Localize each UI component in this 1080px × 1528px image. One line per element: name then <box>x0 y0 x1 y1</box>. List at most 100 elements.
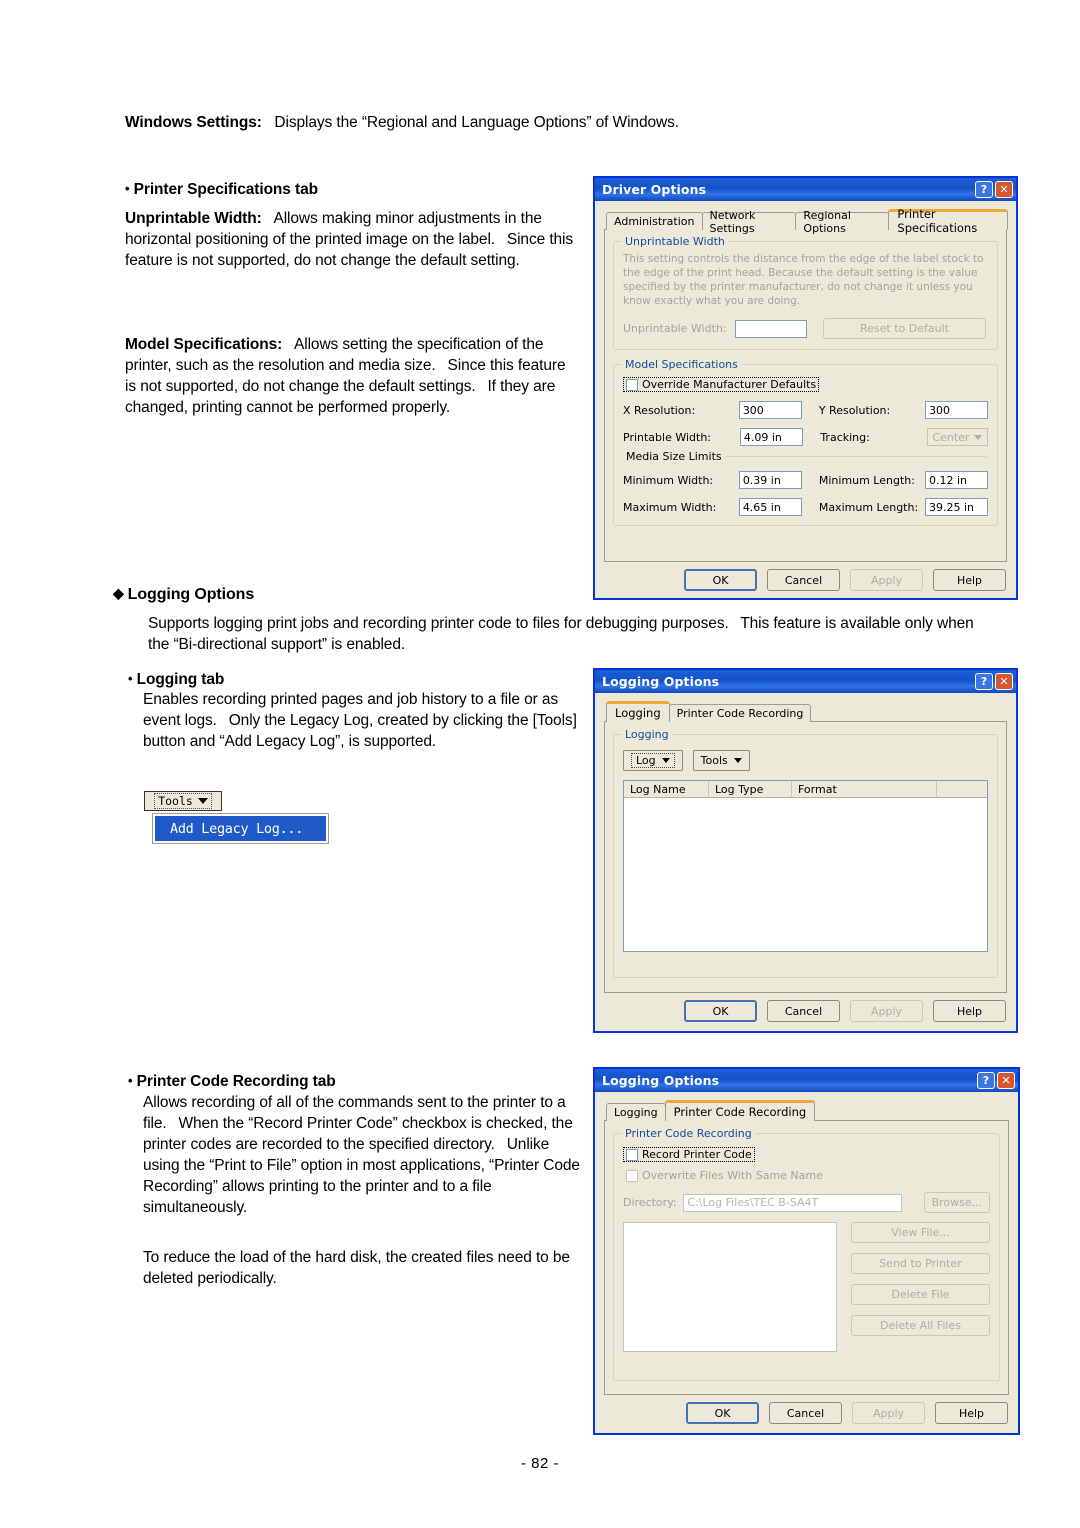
directory-input[interactable]: C:\Log Files\TEC B-SA4T <box>683 1193 902 1212</box>
pcr-title: Logging Options <box>602 1073 720 1088</box>
y-resolution-input[interactable]: 300 <box>924 401 988 419</box>
printable-width-input[interactable]: 4.09 in <box>739 428 804 446</box>
directory-label: Directory: <box>623 1196 677 1209</box>
log-dropdown-button[interactable]: Log <box>623 750 683 771</box>
tab-network-settings[interactable]: Network Settings <box>701 209 797 235</box>
apply-button[interactable]: Apply <box>852 1402 925 1424</box>
help-icon[interactable]: ? <box>977 1072 995 1089</box>
tab-printer-code-recording[interactable]: Printer Code Recording <box>664 1100 816 1121</box>
printer-code-recording-tab-heading: • Printer Code Recording tab <box>128 1070 336 1092</box>
record-printer-code-checkbox[interactable]: Record Printer Code <box>623 1147 755 1162</box>
ok-button[interactable]: OK <box>684 1000 757 1022</box>
printer-specifications-tab-heading-label: Printer Specifications tab <box>133 181 318 198</box>
delete-all-files-button[interactable]: Delete All Files <box>851 1315 990 1336</box>
logging-legend: Logging <box>622 728 672 741</box>
maximum-width-input[interactable]: 4.65 in <box>738 498 802 516</box>
minimum-width-input[interactable]: 0.39 in <box>738 471 802 489</box>
logging-options-button-row: OK Cancel Apply Help <box>595 993 1016 1028</box>
help-button[interactable]: Help <box>933 1000 1006 1022</box>
media-size-limits-group: Media Size Limits Minimum Width: 0.39 in… <box>623 450 988 516</box>
printer-specifications-tabpage: Unprintable Width This setting controls … <box>604 229 1007 562</box>
bullet-icon: • <box>128 671 133 686</box>
menu-item-add-legacy-log[interactable]: Add Legacy Log... <box>155 816 326 841</box>
cancel-button[interactable]: Cancel <box>769 1402 842 1424</box>
unprintable-width-legend: Unprintable Width <box>622 235 728 248</box>
maximum-width-label: Maximum Width: <box>623 500 717 514</box>
driver-options-titlebar: Driver Options ? ✕ <box>595 178 1016 201</box>
logging-tab-heading-label: Logging tab <box>136 671 225 688</box>
tab-logging[interactable]: Logging <box>606 701 670 722</box>
pcr-tabstrip: Logging Printer Code Recording <box>604 1100 1009 1121</box>
minimum-width-label: Minimum Width: <box>623 473 714 487</box>
tools-button-label: Tools <box>158 794 193 808</box>
help-icon[interactable]: ? <box>975 673 993 690</box>
checkbox-box <box>626 378 638 391</box>
printer-code-recording-group: Printer Code Recording Record Printer Co… <box>613 1127 1000 1381</box>
cancel-button[interactable]: Cancel <box>767 1000 840 1022</box>
browse-button[interactable]: Browse... <box>923 1192 990 1213</box>
tools-dropdown-button[interactable]: Tools <box>692 750 750 771</box>
reset-to-default-button[interactable]: Reset to Default <box>823 318 986 339</box>
view-file-button[interactable]: View File... <box>851 1222 990 1243</box>
chevron-down-icon <box>661 758 670 763</box>
tab-administration[interactable]: Administration <box>606 212 703 230</box>
tracking-select[interactable]: Center <box>927 428 988 446</box>
logging-tab-paragraph: Enables recording printed pages and job … <box>143 691 577 750</box>
logging-tab-heading: • Logging tab <box>128 668 224 690</box>
help-icon[interactable]: ? <box>975 181 993 198</box>
logging-options-dialog: Logging Options ? ✕ Logging Printer Code… <box>593 668 1018 1033</box>
bullet-icon: • <box>128 1073 133 1088</box>
x-resolution-input[interactable]: 300 <box>738 401 802 419</box>
windows-settings-text: Displays the “Regional and Language Opti… <box>274 114 679 131</box>
override-manufacturer-defaults-checkbox[interactable]: Override Manufacturer Defaults <box>623 377 820 392</box>
model-specifications-legend: Model Specifications <box>622 358 741 371</box>
ok-button[interactable]: OK <box>684 569 757 591</box>
tools-button[interactable]: Tools <box>144 791 222 811</box>
help-button[interactable]: Help <box>935 1402 1008 1424</box>
bullet-icon: • <box>125 181 130 196</box>
ok-button[interactable]: OK <box>686 1402 759 1424</box>
apply-button[interactable]: Apply <box>850 1000 923 1022</box>
column-header-format[interactable]: Format <box>792 781 937 797</box>
close-icon[interactable]: ✕ <box>995 673 1013 690</box>
tab-printer-code-recording[interactable]: Printer Code Recording <box>668 704 812 722</box>
checkbox-box <box>626 1148 638 1161</box>
driver-options-button-row: OK Cancel Apply Help <box>595 562 1016 597</box>
minimum-length-input[interactable]: 0.12 in <box>924 471 988 489</box>
printer-code-recording-paragraph-2: To reduce the load of the hard disk, the… <box>143 1249 570 1287</box>
intro-paragraph: Windows Settings: Displays the “Regional… <box>125 112 885 133</box>
send-to-printer-button[interactable]: Send to Printer <box>851 1253 990 1274</box>
help-button[interactable]: Help <box>933 569 1006 591</box>
unprintable-width-paragraph: Unprintable Width: Allows making minor a… <box>125 208 575 271</box>
tab-printer-specifications[interactable]: Printer Specifications <box>888 207 1009 235</box>
cancel-button[interactable]: Cancel <box>767 569 840 591</box>
pcr-titlebar: Logging Options ? ✕ <box>595 1069 1018 1092</box>
tab-logging[interactable]: Logging <box>606 1103 666 1121</box>
close-icon[interactable]: ✕ <box>997 1072 1015 1089</box>
unprintable-width-label: Unprintable Width: <box>125 210 262 227</box>
page-number: - 82 - <box>520 1455 559 1472</box>
printer-code-recording-tab-heading-label: Printer Code Recording tab <box>136 1073 336 1090</box>
tab-regional-options[interactable]: Regional Options <box>795 209 890 235</box>
column-header-log-type[interactable]: Log Type <box>709 781 792 797</box>
maximum-length-input[interactable]: 39.25 in <box>924 498 988 516</box>
logging-options-title: Logging Options <box>602 674 720 689</box>
logging-tabpage: Logging Log Tools Log Name Log Type Form… <box>604 721 1007 993</box>
printable-width-label: Printable Width: <box>623 430 712 444</box>
logging-options-tabstrip: Logging Printer Code Recording <box>604 701 1007 722</box>
log-list[interactable]: Log Name Log Type Format <box>623 780 988 952</box>
unprintable-width-input[interactable] <box>735 319 807 338</box>
delete-file-button[interactable]: Delete File <box>851 1284 990 1305</box>
unprintable-width-field-label: Unprintable Width: <box>623 322 727 335</box>
driver-options-tabstrip: Administration Network Settings Regional… <box>604 207 1009 235</box>
chevron-down-icon <box>733 758 742 763</box>
apply-button[interactable]: Apply <box>850 569 923 591</box>
column-header-log-name[interactable]: Log Name <box>624 781 709 797</box>
document-page: Windows Settings: Displays the “Regional… <box>0 0 1080 1528</box>
recorded-files-list[interactable] <box>623 1222 837 1352</box>
record-printer-code-label: Record Printer Code <box>642 1148 752 1161</box>
close-icon[interactable]: ✕ <box>995 181 1013 198</box>
unprintable-width-help-text: This setting controls the distance from … <box>623 253 984 307</box>
printer-code-recording-paragraph: Allows recording of all of the commands … <box>143 1094 580 1216</box>
overwrite-files-checkbox[interactable] <box>626 1169 638 1182</box>
